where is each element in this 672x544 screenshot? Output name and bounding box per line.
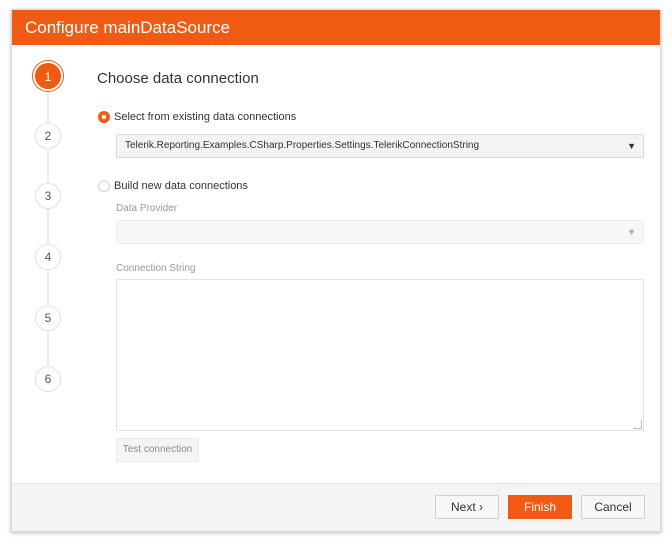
connection-string-textarea[interactable] <box>116 279 644 431</box>
finish-button[interactable]: Finish <box>508 495 572 519</box>
step-4[interactable]: 4 <box>35 244 61 270</box>
page-heading: Choose data connection <box>97 70 259 87</box>
test-connection-button[interactable]: Test connection <box>116 438 199 462</box>
step-1[interactable]: 1 <box>33 61 63 91</box>
configure-datasource-dialog: Configure mainDataSource 1 2 3 4 5 6 Cho… <box>11 9 661 532</box>
connection-string-label: Connection String <box>116 263 196 274</box>
new-connection-radio[interactable] <box>98 180 110 192</box>
next-button[interactable]: Next › <box>435 495 499 519</box>
new-connection-label[interactable]: Build new data connections <box>114 180 248 192</box>
step-5[interactable]: 5 <box>35 305 61 331</box>
step-6[interactable]: 6 <box>35 366 61 392</box>
data-provider-label: Data Provider <box>116 203 178 214</box>
data-provider-select[interactable]: ▼ <box>116 220 644 244</box>
dialog-title: Configure mainDataSource <box>12 10 660 45</box>
step-2[interactable]: 2 <box>35 123 61 149</box>
steps-track <box>47 70 49 390</box>
existing-connection-select[interactable]: Telerik.Reporting.Examples.CSharp.Proper… <box>116 134 644 158</box>
existing-connection-radio[interactable] <box>98 111 110 123</box>
existing-connection-label[interactable]: Select from existing data connections <box>114 111 296 123</box>
existing-connection-value: Telerik.Reporting.Examples.CSharp.Proper… <box>125 140 480 151</box>
step-3[interactable]: 3 <box>35 183 61 209</box>
dialog-footer: Next › Finish Cancel <box>12 483 660 531</box>
resize-grip-icon[interactable] <box>633 420 642 429</box>
cancel-button[interactable]: Cancel <box>581 495 645 519</box>
chevron-down-icon: ▼ <box>627 227 636 237</box>
chevron-down-icon: ▼ <box>627 141 636 151</box>
